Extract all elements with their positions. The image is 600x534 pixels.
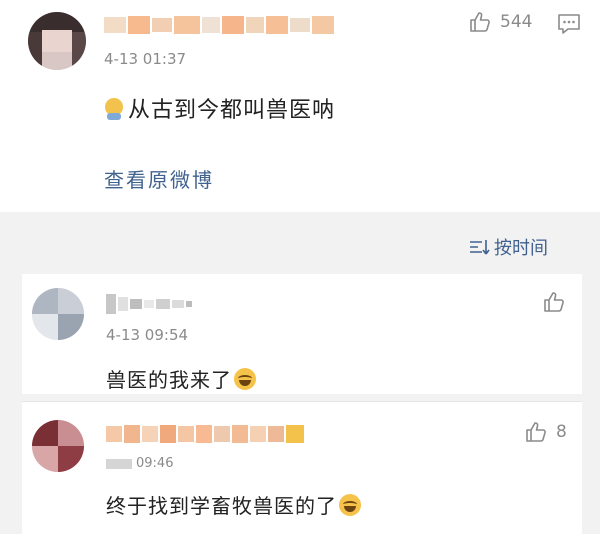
username-blurred[interactable] — [104, 14, 334, 36]
reply-body: 兽医的我来了 — [106, 368, 232, 392]
main-comment: 4-13 01:37 从古到今都叫兽医呐 查看原微博 544 — [0, 0, 600, 212]
like-button[interactable]: 8 — [524, 420, 567, 444]
reply-time: 09:46 — [136, 456, 174, 471]
sort-by-time-button[interactable]: 按时间 — [468, 234, 548, 260]
like-count: 544 — [500, 12, 533, 32]
comment-icon[interactable] — [556, 12, 582, 36]
reply-text: 终于找到学畜牧兽医的了 — [106, 490, 361, 519]
reply-timestamp: 4-13 09:54 — [106, 326, 189, 344]
like-count: 8 — [556, 422, 567, 442]
timestamp-blurred — [106, 458, 132, 469]
thumbs-up-icon — [470, 12, 490, 32]
thumbs-up-icon — [544, 292, 564, 312]
reply-text: 兽医的我来了 — [106, 364, 256, 393]
username-blurred[interactable] — [106, 422, 304, 446]
comment-body: 从古到今都叫兽医呐 — [128, 98, 336, 123]
avatar[interactable] — [32, 420, 84, 472]
avatar[interactable] — [32, 288, 84, 340]
like-button[interactable] — [542, 290, 574, 314]
reply-timestamp: 09:46 — [106, 456, 173, 471]
reply-item: 09:46 终于找到学畜牧兽医的了 8 — [22, 402, 582, 534]
reply-body: 终于找到学畜牧兽医的了 — [106, 494, 337, 518]
reply-item: 4-13 09:54 兽医的我来了 — [22, 274, 582, 394]
like-button[interactable]: 544 — [468, 10, 532, 34]
avatar[interactable] — [28, 12, 86, 70]
laughing-crying-emoji-icon — [234, 368, 256, 390]
laughing-crying-emoji-icon — [339, 494, 361, 516]
sort-icon — [470, 240, 490, 255]
thumbs-up-icon — [526, 422, 546, 442]
crying-emoji-icon — [104, 98, 124, 120]
view-original-link[interactable]: 查看原微博 — [104, 164, 214, 193]
username-blurred[interactable] — [106, 292, 192, 316]
comment-timestamp: 4-13 01:37 — [104, 50, 187, 68]
sort-label: 按时间 — [494, 238, 548, 259]
comment-text: 从古到今都叫兽医呐 — [104, 92, 335, 124]
